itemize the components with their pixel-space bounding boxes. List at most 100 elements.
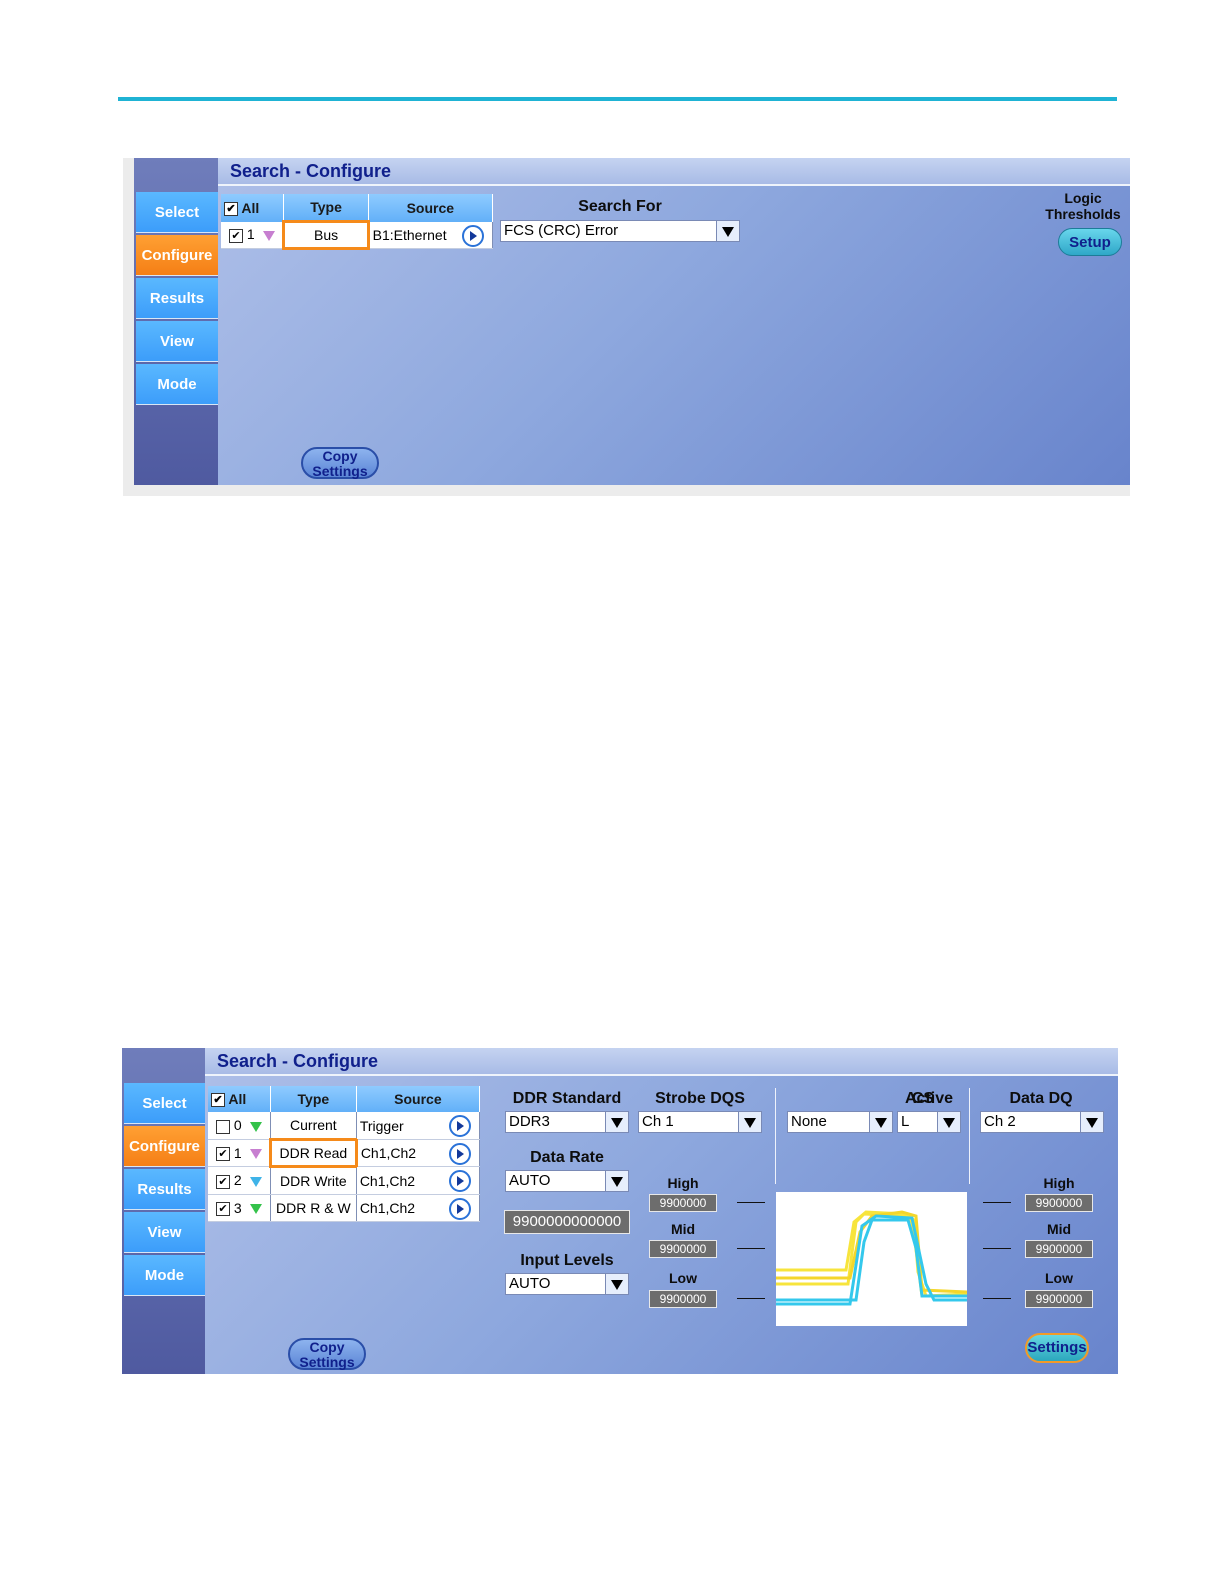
active-label: Active (904, 1090, 954, 1107)
table-row[interactable]: ✔ 3 DDR R & W Ch1,Ch2 (208, 1194, 481, 1222)
row-checkbox[interactable] (216, 1119, 230, 1134)
nav-results[interactable]: Results (124, 1169, 205, 1210)
active-value: L (901, 1113, 910, 1130)
settings-button[interactable]: Settings (1025, 1333, 1089, 1363)
marker-triangle-icon (249, 1204, 262, 1215)
nav-view[interactable]: View (124, 1212, 205, 1253)
right-mid-value[interactable]: 9900000 (1025, 1240, 1093, 1258)
thresholds-label: Thresholds (1045, 206, 1121, 222)
data-rate-dropdown[interactable]: AUTO (505, 1170, 629, 1192)
configure-main: Search - Configure ✔ All Type Source 0 C… (205, 1048, 1118, 1374)
logic-thresholds-label: Logic Thresholds (1038, 190, 1128, 222)
settings-label: Settings (299, 1354, 355, 1370)
left-mid-value[interactable]: 9900000 (649, 1240, 717, 1258)
active-dropdown[interactable]: L (897, 1111, 961, 1133)
row-type[interactable]: Current (270, 1112, 357, 1140)
row-index: 1 (246, 226, 255, 243)
low-level-tick (737, 1298, 765, 1299)
row-checkbox[interactable]: ✔ (229, 228, 243, 243)
chevron-down-icon[interactable] (716, 221, 739, 241)
cs-dropdown[interactable]: None (787, 1111, 893, 1133)
nav-mode[interactable]: Mode (124, 1255, 205, 1296)
chevron-down-icon[interactable] (1080, 1112, 1103, 1132)
nav-select[interactable]: Select (136, 192, 218, 233)
data-rate-value: AUTO (509, 1172, 551, 1189)
row-type[interactable]: DDR R & W (270, 1194, 357, 1222)
search-for-value: FCS (CRC) Error (504, 222, 619, 239)
strobe-dqs-label: Strobe DQS (655, 1090, 745, 1107)
row-source: Trigger (359, 1117, 404, 1134)
copy-label: Copy (322, 448, 358, 464)
chevron-down-icon[interactable] (738, 1112, 761, 1132)
all-header[interactable]: ✔ All (208, 1086, 271, 1112)
configure-main: Search - Configure ✔ All Type Source ✔ 1… (218, 158, 1130, 485)
right-high-value[interactable]: 9900000 (1025, 1194, 1093, 1212)
chevron-down-icon[interactable] (605, 1171, 628, 1191)
input-levels-dropdown[interactable]: AUTO (505, 1273, 629, 1295)
source-select-arrow-icon[interactable] (449, 1143, 471, 1165)
all-header[interactable]: ✔ All (221, 194, 285, 222)
high-level-tick (737, 1202, 765, 1203)
table-row[interactable]: 0 Current Trigger (208, 1112, 481, 1140)
marker-triangle-icon (249, 1121, 262, 1132)
right-low-label: Low (1045, 1270, 1073, 1286)
nav-select[interactable]: Select (124, 1083, 205, 1124)
row-type[interactable]: Bus (282, 220, 370, 250)
all-label: All (241, 199, 260, 216)
ddr-standard-dropdown[interactable]: DDR3 (505, 1111, 629, 1133)
right-low-value[interactable]: 9900000 (1025, 1290, 1093, 1308)
all-checkbox[interactable]: ✔ (211, 1093, 225, 1108)
source-select-arrow-icon[interactable] (449, 1198, 471, 1220)
high-level-tick (983, 1202, 1011, 1203)
table-row[interactable]: ✔ 2 DDR Write Ch1,Ch2 (208, 1166, 481, 1195)
strobe-dqs-value: Ch 1 (642, 1113, 674, 1130)
setup-button[interactable]: Setup (1058, 228, 1122, 256)
left-low-value[interactable]: 9900000 (649, 1290, 717, 1308)
row-index: 3 (233, 1199, 242, 1216)
data-dq-label: Data DQ (1009, 1090, 1073, 1107)
sidebar: Select Configure Results View Mode (122, 1048, 205, 1374)
row-checkbox[interactable]: ✔ (216, 1174, 230, 1189)
all-checkbox[interactable]: ✔ (224, 201, 238, 216)
nav-mode[interactable]: Mode (136, 364, 218, 405)
type-header: Type (283, 194, 369, 222)
chevron-down-icon[interactable] (937, 1112, 960, 1132)
input-levels-value: AUTO (509, 1275, 551, 1292)
ddr-standard-label: DDR Standard (512, 1090, 622, 1107)
chevron-down-icon[interactable] (605, 1112, 628, 1132)
all-label: All (228, 1090, 247, 1107)
row-checkbox[interactable]: ✔ (216, 1202, 230, 1217)
divider (775, 1088, 776, 1184)
copy-settings-button[interactable]: Copy Settings (288, 1338, 366, 1370)
table-row[interactable]: ✔ 1 DDR Read Ch1,Ch2 (208, 1138, 481, 1168)
search-for-dropdown[interactable]: FCS (CRC) Error (500, 220, 740, 242)
data-rate-label: Data Rate (530, 1149, 604, 1166)
strobe-dqs-dropdown[interactable]: Ch 1 (638, 1111, 762, 1133)
row-type[interactable]: DDR Write (270, 1166, 357, 1195)
mid-level-tick (737, 1248, 765, 1249)
row-source: Ch1,Ch2 (359, 1200, 416, 1216)
source-select-arrow-icon[interactable] (449, 1115, 471, 1137)
chevron-down-icon[interactable] (869, 1112, 892, 1132)
nav-configure[interactable]: Configure (124, 1126, 205, 1167)
data-rate-number-field[interactable]: 9900000000000 (504, 1210, 630, 1234)
chevron-down-icon[interactable] (605, 1274, 628, 1294)
marker-triangle-icon (249, 1149, 262, 1160)
data-dq-dropdown[interactable]: Ch 2 (980, 1111, 1104, 1133)
copy-settings-button[interactable]: Copy Settings (301, 447, 379, 479)
row-source: B1:Ethernet (372, 226, 447, 243)
source-select-arrow-icon[interactable] (449, 1170, 471, 1192)
source-select-arrow-icon[interactable] (462, 224, 484, 247)
nav-configure[interactable]: Configure (136, 235, 218, 276)
row-index: 0 (233, 1117, 242, 1134)
row-checkbox[interactable]: ✔ (216, 1147, 230, 1162)
marker-triangle-icon (262, 230, 275, 241)
nav-results[interactable]: Results (136, 278, 218, 319)
input-levels-label: Input Levels (520, 1252, 614, 1269)
panel-title: Search - Configure (218, 158, 1130, 186)
row-type[interactable]: DDR Read (268, 1138, 358, 1168)
table-row[interactable]: ✔ 1 Bus B1:Ethernet (221, 220, 494, 250)
search-configure-panel-ddr: Select Configure Results View Mode Searc… (122, 1048, 1118, 1374)
nav-view[interactable]: View (136, 321, 218, 362)
left-high-value[interactable]: 9900000 (649, 1194, 717, 1212)
